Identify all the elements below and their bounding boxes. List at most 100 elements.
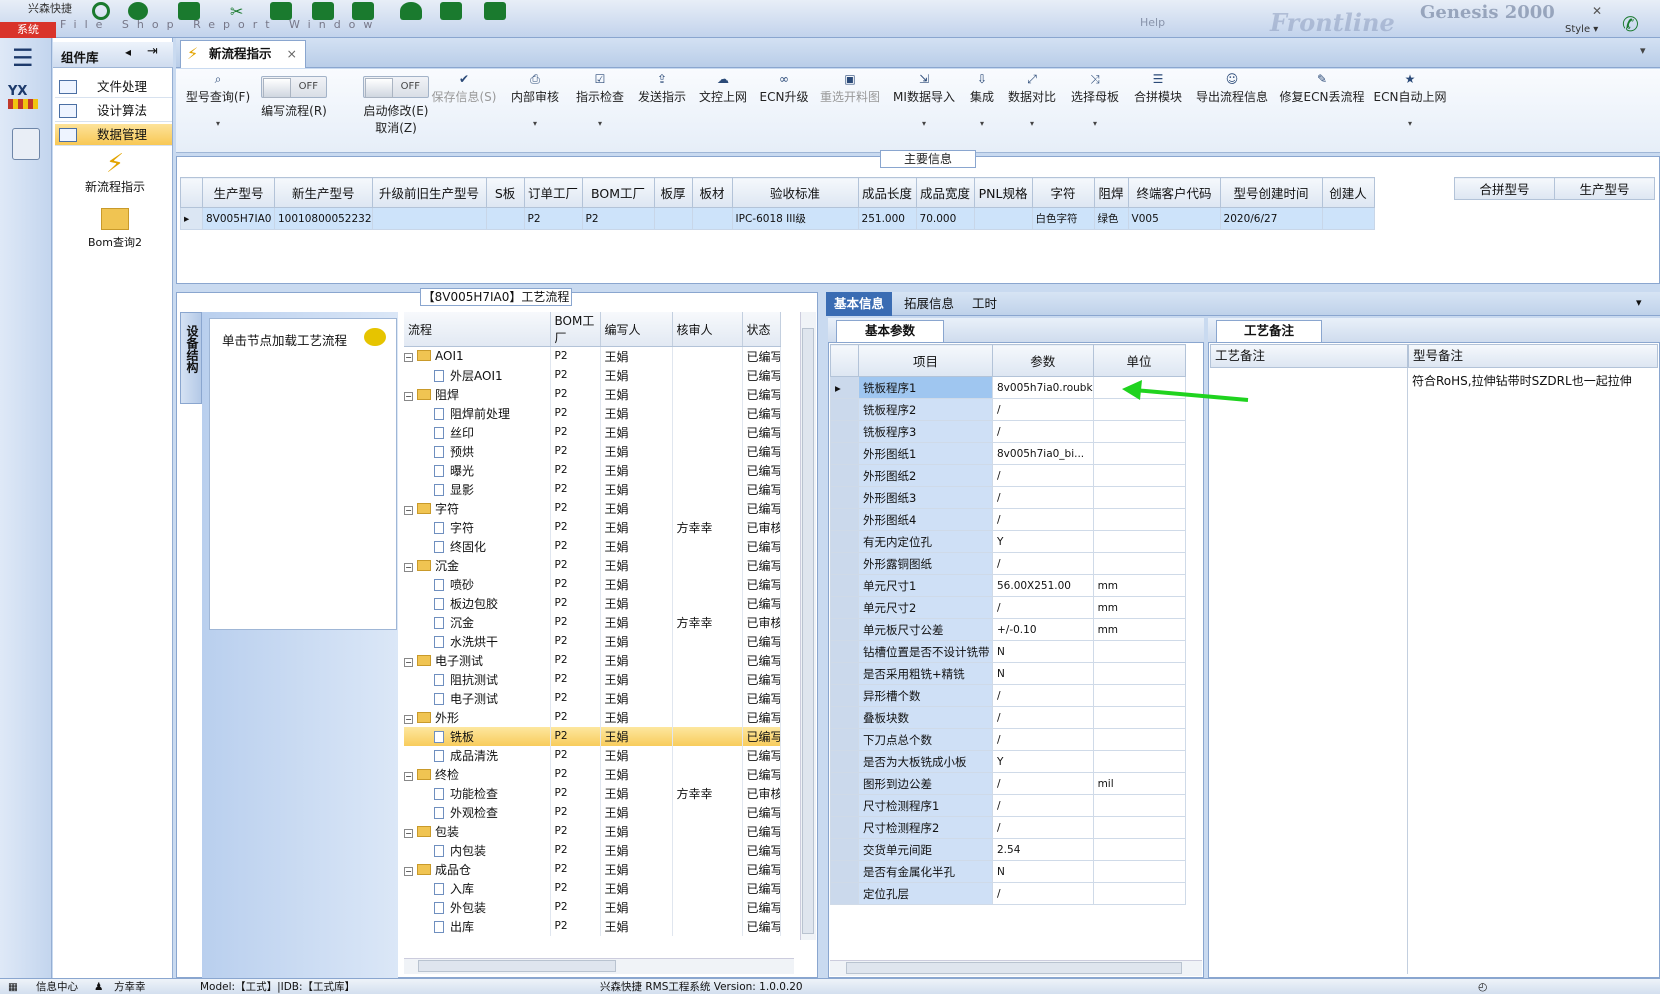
- process-reviewer-cell[interactable]: [672, 384, 743, 404]
- process-reviewer-cell[interactable]: [672, 650, 743, 670]
- process-node[interactable]: 阻焊前处理: [404, 403, 551, 423]
- process-writer-cell[interactable]: 王娟: [600, 460, 673, 480]
- list-item[interactable]: − 终检 P2 王娟 已编写: [404, 764, 781, 784]
- process-reviewer-cell[interactable]: 方幸幸: [672, 612, 743, 632]
- list-item[interactable]: − 包装 P2 王娟 已编写: [404, 821, 781, 841]
- process-bom-cell[interactable]: P2: [550, 536, 601, 556]
- process-reviewer-cell[interactable]: [672, 859, 743, 879]
- process-reviewer-cell[interactable]: [672, 346, 743, 366]
- chevron-down-icon[interactable]: ▾: [1640, 44, 1646, 57]
- process-node[interactable]: 阻抗测试: [404, 669, 551, 689]
- process-status-cell[interactable]: 已编写: [742, 916, 781, 936]
- table-cell[interactable]: IPC-6018 III级: [731, 207, 859, 230]
- param-value-cell[interactable]: 2.54: [992, 838, 1094, 861]
- process-reviewer-cell[interactable]: [672, 707, 743, 727]
- tab-work-hours[interactable]: 工时: [964, 292, 1005, 316]
- table-row[interactable]: 单元板尺寸公差 +/-0.10 mm: [830, 618, 1186, 641]
- process-node[interactable]: 预烘: [404, 441, 551, 461]
- table-row[interactable]: 钻槽位置是否不设计铣带 N: [830, 640, 1186, 663]
- list-item[interactable]: 内包装 P2 王娟 已编写: [404, 840, 781, 860]
- process-node[interactable]: 板边包胶: [404, 593, 551, 613]
- info-center-label[interactable]: 信息中心: [36, 978, 78, 994]
- process-bom-cell[interactable]: P2: [550, 403, 601, 423]
- process-bom-cell[interactable]: P2: [550, 441, 601, 461]
- list-item[interactable]: − 成品仓 P2 王娟 已编写: [404, 859, 781, 879]
- process-status-cell[interactable]: 已编写: [742, 802, 781, 822]
- process-bom-cell[interactable]: P2: [550, 726, 601, 746]
- list-item[interactable]: − 阻焊 P2 王娟 已编写: [404, 384, 781, 404]
- process-reviewer-cell[interactable]: [672, 555, 743, 575]
- process-hscroll-thumb[interactable]: [418, 960, 616, 972]
- process-node[interactable]: 曝光: [404, 460, 551, 480]
- process-node[interactable]: 成品清洗: [404, 745, 551, 765]
- tab-process-notes[interactable]: 工艺备注: [1216, 320, 1322, 342]
- param-name-cell[interactable]: 尺寸检测程序2: [858, 816, 993, 839]
- process-bom-cell[interactable]: P2: [550, 688, 601, 708]
- process-writer-cell[interactable]: 王娟: [600, 802, 673, 822]
- expand-toggle-icon[interactable]: −: [404, 828, 413, 838]
- list-item[interactable]: 终固化 P2 王娟 已编写: [404, 536, 781, 556]
- toolbar-button-17[interactable]: ★ ECN自动上网 ▾: [1366, 72, 1454, 128]
- param-value-cell[interactable]: /: [992, 508, 1094, 531]
- process-bom-cell[interactable]: P2: [550, 821, 601, 841]
- process-writer-cell[interactable]: 王娟: [600, 498, 673, 518]
- process-writer-cell[interactable]: 王娟: [600, 840, 673, 860]
- process-bom-cell[interactable]: P2: [550, 612, 601, 632]
- process-reviewer-cell[interactable]: 方幸幸: [672, 783, 743, 803]
- model-note-text[interactable]: 符合RoHS,拉伸钻带时SZDRL也一起拉伸: [1412, 372, 1632, 389]
- table-row[interactable]: 外形图纸4/: [830, 508, 1186, 531]
- param-unit-cell[interactable]: mm: [1092, 596, 1186, 619]
- process-node[interactable]: 功能检查: [404, 783, 551, 803]
- param-unit-cell[interactable]: [1092, 882, 1186, 905]
- process-node[interactable]: 铣板: [404, 726, 551, 746]
- merge-column-header[interactable]: 合拼型号: [1454, 177, 1555, 200]
- table-cell[interactable]: [653, 207, 693, 230]
- param-value-cell[interactable]: N: [992, 640, 1094, 663]
- list-item[interactable]: 外观检查 P2 王娟 已编写: [404, 802, 781, 822]
- param-value-cell[interactable]: /: [992, 882, 1094, 905]
- table-row[interactable]: 是否有金属化半孔 N: [830, 860, 1186, 883]
- param-value-cell[interactable]: Y: [992, 530, 1094, 553]
- row-header[interactable]: [830, 684, 859, 707]
- main-column-header[interactable]: 板厚: [653, 177, 693, 208]
- component-item-file[interactable]: 文件处理: [55, 76, 172, 98]
- expand-toggle-icon[interactable]: −: [404, 562, 413, 572]
- table-cell[interactable]: 251.000: [857, 207, 917, 230]
- expand-toggle-icon[interactable]: −: [404, 391, 413, 401]
- merge-column-header[interactable]: 生产型号: [1554, 177, 1655, 200]
- process-node[interactable]: 外层AOI1: [404, 365, 551, 385]
- list-item[interactable]: 出库 P2 王娟 已编写: [404, 916, 781, 936]
- row-header[interactable]: [830, 596, 859, 619]
- process-bom-cell[interactable]: P2: [550, 422, 601, 442]
- process-node[interactable]: 丝印: [404, 422, 551, 442]
- row-header[interactable]: [830, 772, 859, 795]
- param-name-cell[interactable]: 单元尺寸2: [858, 596, 993, 619]
- tab-basic-info[interactable]: 基本信息: [826, 292, 893, 316]
- process-column-header[interactable]: BOM工厂: [550, 312, 601, 347]
- row-header[interactable]: [830, 816, 859, 839]
- row-header[interactable]: [830, 706, 859, 729]
- param-name-cell[interactable]: 铣板程序2: [858, 398, 993, 421]
- table-cell[interactable]: 8V005H7IA0: [202, 207, 275, 230]
- list-item[interactable]: 电子测试 P2 王娟 已编写: [404, 688, 781, 708]
- yx-logo-icon[interactable]: YX: [8, 84, 44, 116]
- process-writer-cell[interactable]: 王娟: [600, 783, 673, 803]
- main-column-header[interactable]: 新生产型号: [274, 177, 373, 208]
- process-bom-cell[interactable]: P2: [550, 802, 601, 822]
- expand-toggle-icon[interactable]: −: [404, 714, 413, 724]
- expand-toggle-icon[interactable]: −: [404, 866, 413, 876]
- dropdown-arrow-icon[interactable]: ▾: [556, 119, 644, 128]
- list-item[interactable]: 曝光 P2 王娟 已编写: [404, 460, 781, 480]
- process-writer-cell[interactable]: 王娟: [600, 707, 673, 727]
- table-row[interactable]: 单元尺寸1 56.00X251.00 mm: [830, 574, 1186, 597]
- process-reviewer-cell[interactable]: [672, 498, 743, 518]
- list-item[interactable]: − 电子测试 P2 王娟 已编写: [404, 650, 781, 670]
- table-row[interactable]: 异形槽个数 /: [830, 684, 1186, 707]
- table-row[interactable]: 是否采用粗铣+精铣 N: [830, 662, 1186, 685]
- param-unit-cell[interactable]: [1092, 860, 1186, 883]
- list-item[interactable]: − 字符 P2 王娟 已编写: [404, 498, 781, 518]
- process-reviewer-cell[interactable]: [672, 441, 743, 461]
- process-node[interactable]: 喷砂: [404, 574, 551, 594]
- param-name-cell[interactable]: 铣板程序3: [858, 420, 993, 443]
- tab-new-flow[interactable]: ⚡ 新流程指示 ×: [180, 40, 306, 68]
